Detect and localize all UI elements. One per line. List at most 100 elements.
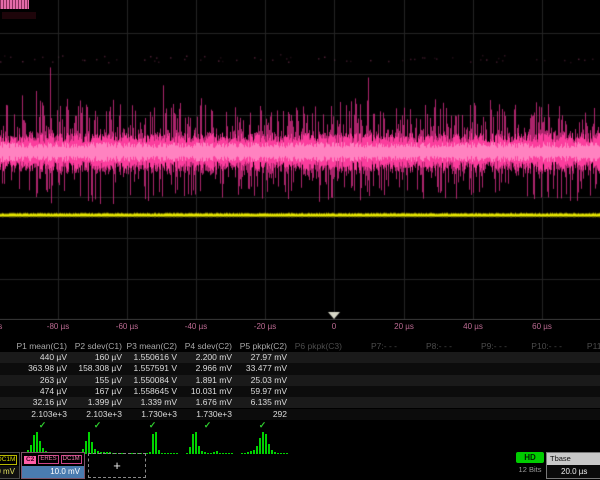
measure-table: P1 mean(C1)440 µV363.98 µV263 µV474 µV32…	[0, 341, 600, 454]
histicon-bar	[198, 446, 200, 454]
param-P4-mean: 2.966 mV	[180, 363, 235, 374]
param-P5-histicon[interactable]	[241, 432, 288, 454]
waveform-grid-canvas[interactable]	[0, 0, 600, 320]
time-tick-label: -100 µs	[0, 322, 2, 331]
c2-eres-badge: ERES	[38, 455, 58, 464]
time-tick-label: 60 µs	[532, 322, 552, 331]
param-header-P10[interactable]: P10:- - -	[510, 341, 565, 352]
param-header-P8[interactable]: P8:- - -	[400, 341, 455, 352]
histicon-bar	[256, 446, 258, 454]
param-P1-mean: 363.98 µV	[15, 363, 70, 374]
histicon-bar	[210, 453, 212, 454]
param-header-P6[interactable]: P6 pkpk(C3)	[290, 341, 345, 352]
param-P5-value: 27.97 mV	[235, 352, 290, 363]
time-tick-label: 20 µs	[394, 322, 414, 331]
c1-vdiv-value: 0 mV	[0, 466, 19, 478]
histicon-bar	[228, 453, 230, 454]
param-P3-max: 1.558645 V	[125, 386, 180, 397]
histicon-bar	[283, 453, 285, 454]
param-P4-status-check-icon: ✓	[180, 420, 235, 431]
param-P4-max: 10.031 mV	[180, 386, 235, 397]
c2-vdiv-value: 10.0 mV	[22, 466, 84, 478]
param-P4-num: 1.730e+3	[180, 409, 235, 420]
time-tick-label: -80 µs	[47, 322, 69, 331]
param-P4-histicon[interactable]	[186, 432, 233, 454]
param-header-P11[interactable]: P11:- - -	[565, 341, 600, 352]
param-P2-sdev: 1.399 µV	[70, 397, 125, 408]
c2-coupling-badge: DC1M	[61, 455, 82, 464]
param-header-P9[interactable]: P9:- - -	[455, 341, 510, 352]
histicon-bar	[146, 453, 148, 454]
param-P3-histicon[interactable]	[131, 432, 178, 454]
param-P5-num: 292	[235, 409, 290, 420]
histicon-bar	[262, 432, 264, 454]
param-P2-status-check-icon: ✓	[70, 420, 125, 431]
param-header-P2[interactable]: P2 sdev(C1)	[70, 341, 125, 352]
param-P2-min: 155 µV	[70, 375, 125, 386]
histicon-bar	[88, 432, 90, 454]
histicon-bar	[186, 453, 188, 454]
histicon-bar	[277, 453, 279, 454]
histicon-bar	[213, 452, 215, 454]
histicon-bar	[189, 447, 191, 454]
time-tick-label: -40 µs	[185, 322, 207, 331]
param-P3-sdev: 1.339 mV	[125, 397, 180, 408]
histicon-bar	[161, 453, 163, 454]
param-P3-num: 1.730e+3	[125, 409, 180, 420]
param-P4-value: 2.200 mV	[180, 352, 235, 363]
histicon-bar	[207, 453, 209, 454]
histicon-bar	[155, 432, 157, 454]
param-P2-value: 160 µV	[70, 352, 125, 363]
histicon-bar	[192, 434, 194, 454]
param-header-P4[interactable]: P4 sdev(C2)	[180, 341, 235, 352]
channel-c2-descriptor[interactable]: C2 ERES DC1M 10.0 mV	[21, 452, 85, 479]
param-header-P7[interactable]: P7:- - -	[345, 341, 400, 352]
oscilloscope-screen: -100 µs -80 µs -60 µs -40 µs -20 µs 0 20 µs 40 …	[0, 0, 600, 480]
histicon-bar	[231, 453, 233, 454]
param-P3-min: 1.550084 V	[125, 375, 180, 386]
histicon-bar	[268, 444, 270, 454]
param-P5-sdev: 6.135 mV	[235, 397, 290, 408]
histicon-bar	[244, 453, 246, 454]
param-P1-value: 440 µV	[15, 352, 70, 363]
c2-channel-badge: C2	[24, 456, 36, 464]
histicon-bar	[274, 452, 276, 454]
param-P1-status-check-icon: ✓	[15, 420, 70, 431]
param-header-P3[interactable]: P3 mean(C2)	[125, 341, 180, 352]
histicon-bar	[85, 441, 87, 454]
param-P1-min: 263 µV	[15, 375, 70, 386]
channel-c1-descriptor[interactable]: DC1M 0 mV	[0, 452, 20, 479]
param-header-P1[interactable]: P1 mean(C1)	[15, 341, 70, 352]
histicon-bar	[173, 453, 175, 454]
annotation-smudge	[2, 12, 36, 19]
hd-mode-badge[interactable]: HD	[516, 452, 544, 463]
add-trace-button[interactable]: +	[88, 453, 146, 478]
plus-icon: +	[113, 458, 121, 473]
param-header-P5[interactable]: P5 pkpk(C2)	[235, 341, 290, 352]
timebase-descriptor[interactable]: Tbase 20.0 µs	[546, 452, 600, 479]
histicon-bar	[36, 432, 38, 454]
annotation-badge	[0, 0, 29, 9]
time-tick-label: 40 µs	[463, 322, 483, 331]
histicon-bar	[253, 450, 255, 454]
histicon-bar	[241, 453, 243, 454]
histicon-bar	[164, 453, 166, 454]
histicon-bar	[271, 450, 273, 454]
histicon-bar	[265, 434, 267, 454]
time-tick-label: -20 µs	[254, 322, 276, 331]
time-tick-label: 0	[332, 322, 336, 331]
histicon-bar	[259, 438, 261, 454]
param-P3-value: 1.550616 V	[125, 352, 180, 363]
histicon-bar	[219, 453, 221, 454]
c1-coupling-badge: DC1M	[0, 455, 17, 465]
hd-bits-label: 12 Bits	[510, 465, 550, 474]
param-P3-mean: 1.557591 V	[125, 363, 180, 374]
param-P1-histicon[interactable]	[21, 432, 68, 454]
histicon-bar	[247, 452, 249, 454]
param-P1-sdev: 32.16 µV	[15, 397, 70, 408]
histicon-bar	[250, 451, 252, 454]
histicon-bar	[170, 453, 172, 454]
param-P2-histicon[interactable]	[76, 432, 123, 454]
param-P3-status-check-icon: ✓	[125, 420, 180, 431]
time-tick-label: -60 µs	[116, 322, 138, 331]
